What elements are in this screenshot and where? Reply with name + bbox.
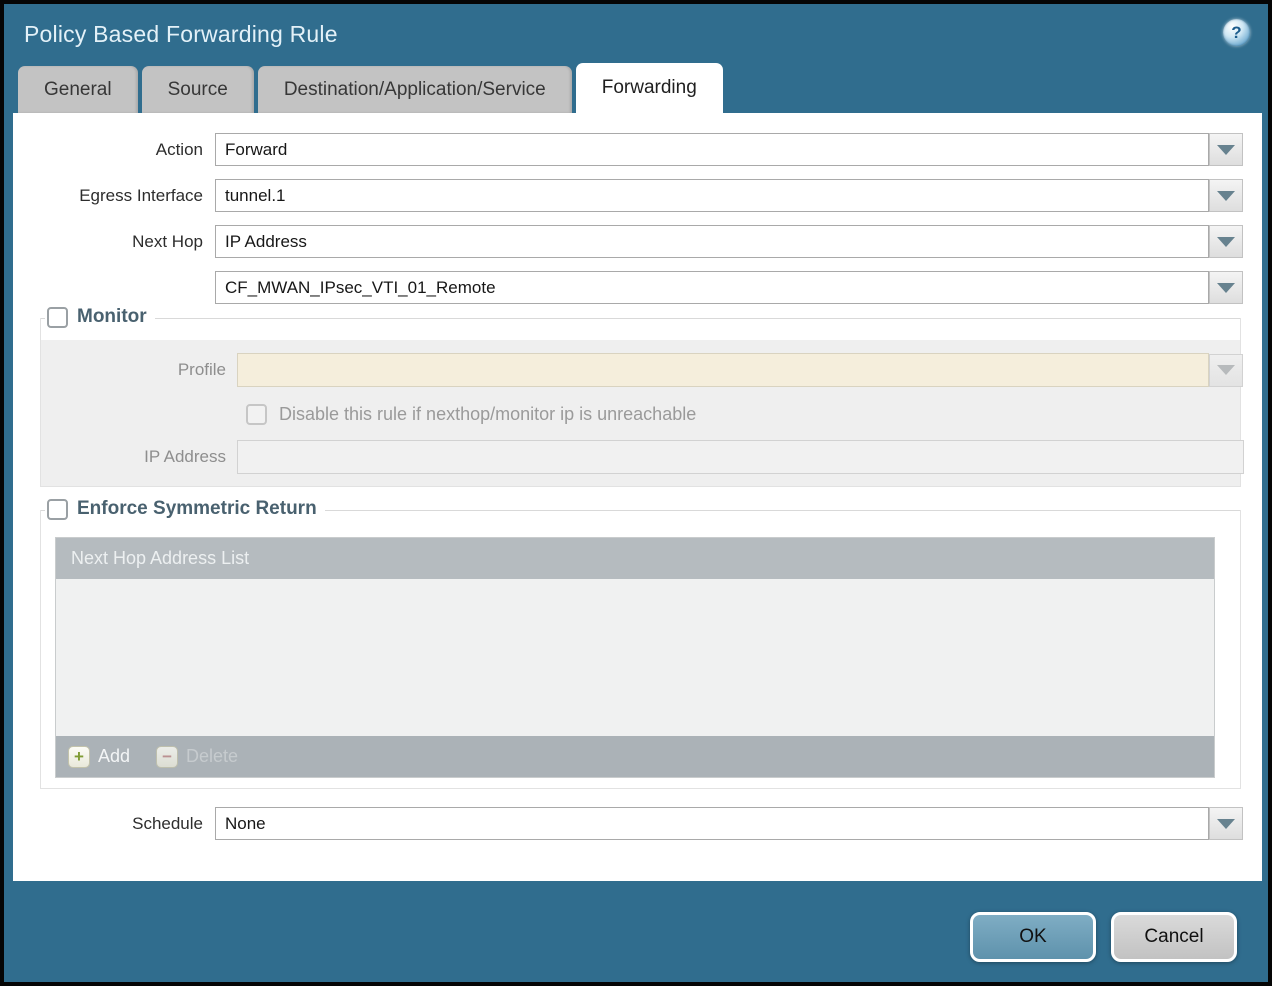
- dialog-title: Policy Based Forwarding Rule: [24, 21, 338, 47]
- enforce-symmetric-return-checkbox[interactable]: [47, 499, 68, 520]
- tab-general[interactable]: General: [18, 66, 138, 113]
- add-button[interactable]: + Add: [68, 746, 130, 768]
- tab-source[interactable]: Source: [142, 66, 254, 113]
- next-hop-address-row: CF_MWAN_IPsec_VTI_01_Remote: [13, 271, 1262, 304]
- help-icon[interactable]: ?: [1223, 19, 1250, 46]
- disable-rule-checkbox: [246, 404, 267, 425]
- tab-destination-application-service[interactable]: Destination/Application/Service: [258, 66, 572, 113]
- action-row: Action Forward: [13, 133, 1262, 166]
- disable-rule-label: Disable this rule if nexthop/monitor ip …: [279, 404, 696, 425]
- next-hop-address-list-footer: + Add − Delete: [56, 736, 1214, 777]
- next-hop-type-value: IP Address: [225, 232, 307, 252]
- next-hop-address-dropdown-button[interactable]: [1209, 271, 1243, 304]
- next-hop-address-value: CF_MWAN_IPsec_VTI_01_Remote: [225, 278, 496, 298]
- next-hop-address-select[interactable]: CF_MWAN_IPsec_VTI_01_Remote: [215, 271, 1209, 304]
- profile-label: Profile: [41, 360, 237, 380]
- monitor-ip-address-row: IP Address: [41, 440, 1240, 474]
- schedule-label: Schedule: [13, 814, 215, 834]
- next-hop-dropdown-button[interactable]: [1209, 225, 1243, 258]
- next-hop-address-list-table: Next Hop Address List + Add − Delete: [55, 537, 1215, 778]
- monitor-legend-label: Monitor: [77, 306, 147, 328]
- egress-interface-dropdown-button[interactable]: [1209, 179, 1243, 212]
- monitor-body: Profile Disable this rule if nexthop/mon…: [41, 340, 1240, 486]
- minus-icon: −: [156, 746, 178, 768]
- egress-interface-row: Egress Interface tunnel.1: [13, 179, 1262, 212]
- enforce-symmetric-return-legend: Enforce Symmetric Return: [41, 498, 1240, 520]
- next-hop-row: Next Hop IP Address: [13, 225, 1262, 258]
- profile-dropdown-button: [1209, 354, 1243, 387]
- enforce-symmetric-return-fieldset: Enforce Symmetric Return Next Hop Addres…: [40, 510, 1241, 789]
- title-bar: Policy Based Forwarding Rule ?: [4, 4, 1268, 63]
- schedule-row: Schedule None: [13, 807, 1262, 840]
- monitor-fieldset: Monitor Profile Disable this rule if nex…: [40, 318, 1241, 487]
- tab-forwarding[interactable]: Forwarding: [576, 63, 723, 113]
- tab-bar: General Source Destination/Application/S…: [4, 63, 1268, 113]
- disable-rule-row: Disable this rule if nexthop/monitor ip …: [246, 404, 1240, 425]
- plus-icon: +: [68, 746, 90, 768]
- add-button-label: Add: [98, 746, 130, 767]
- ok-button[interactable]: OK: [970, 912, 1096, 962]
- chevron-down-icon: [1217, 191, 1235, 201]
- profile-row: Profile: [41, 353, 1240, 387]
- action-label: Action: [13, 140, 215, 160]
- next-hop-type-select[interactable]: IP Address: [215, 225, 1209, 258]
- profile-select: [237, 353, 1209, 387]
- dialog-button-bar: OK Cancel: [970, 912, 1237, 962]
- next-hop-address-list-header-label: Next Hop Address List: [71, 548, 249, 569]
- delete-button: − Delete: [156, 746, 238, 768]
- chevron-down-icon: [1217, 819, 1235, 829]
- monitor-legend: Monitor: [41, 306, 1240, 328]
- policy-based-forwarding-dialog: Policy Based Forwarding Rule ? General S…: [0, 0, 1272, 986]
- forwarding-tab-panel: Action Forward Egress Interface tunnel.1…: [13, 113, 1262, 881]
- action-select[interactable]: Forward: [215, 133, 1209, 166]
- monitor-checkbox[interactable]: [47, 307, 68, 328]
- chevron-down-icon: [1217, 283, 1235, 293]
- next-hop-address-list-body[interactable]: [56, 579, 1214, 736]
- chevron-down-icon: [1217, 237, 1235, 247]
- action-dropdown-button[interactable]: [1209, 133, 1243, 166]
- chevron-down-icon: [1217, 365, 1235, 375]
- monitor-ip-address-label: IP Address: [41, 447, 237, 467]
- egress-interface-label: Egress Interface: [13, 186, 215, 206]
- chevron-down-icon: [1217, 145, 1235, 155]
- monitor-ip-address-input: [237, 440, 1244, 474]
- schedule-value: None: [225, 814, 266, 834]
- next-hop-label: Next Hop: [13, 232, 215, 252]
- action-value: Forward: [225, 140, 287, 160]
- enforce-symmetric-return-legend-label: Enforce Symmetric Return: [77, 498, 317, 520]
- schedule-dropdown-button[interactable]: [1209, 807, 1243, 840]
- help-icon-glyph: ?: [1231, 23, 1241, 43]
- egress-interface-value: tunnel.1: [225, 186, 286, 206]
- fieldset-border-line: [41, 318, 1240, 319]
- schedule-select[interactable]: None: [215, 807, 1209, 840]
- delete-button-label: Delete: [186, 746, 238, 767]
- next-hop-address-list-header: Next Hop Address List: [56, 538, 1214, 579]
- egress-interface-select[interactable]: tunnel.1: [215, 179, 1209, 212]
- cancel-button[interactable]: Cancel: [1111, 912, 1237, 962]
